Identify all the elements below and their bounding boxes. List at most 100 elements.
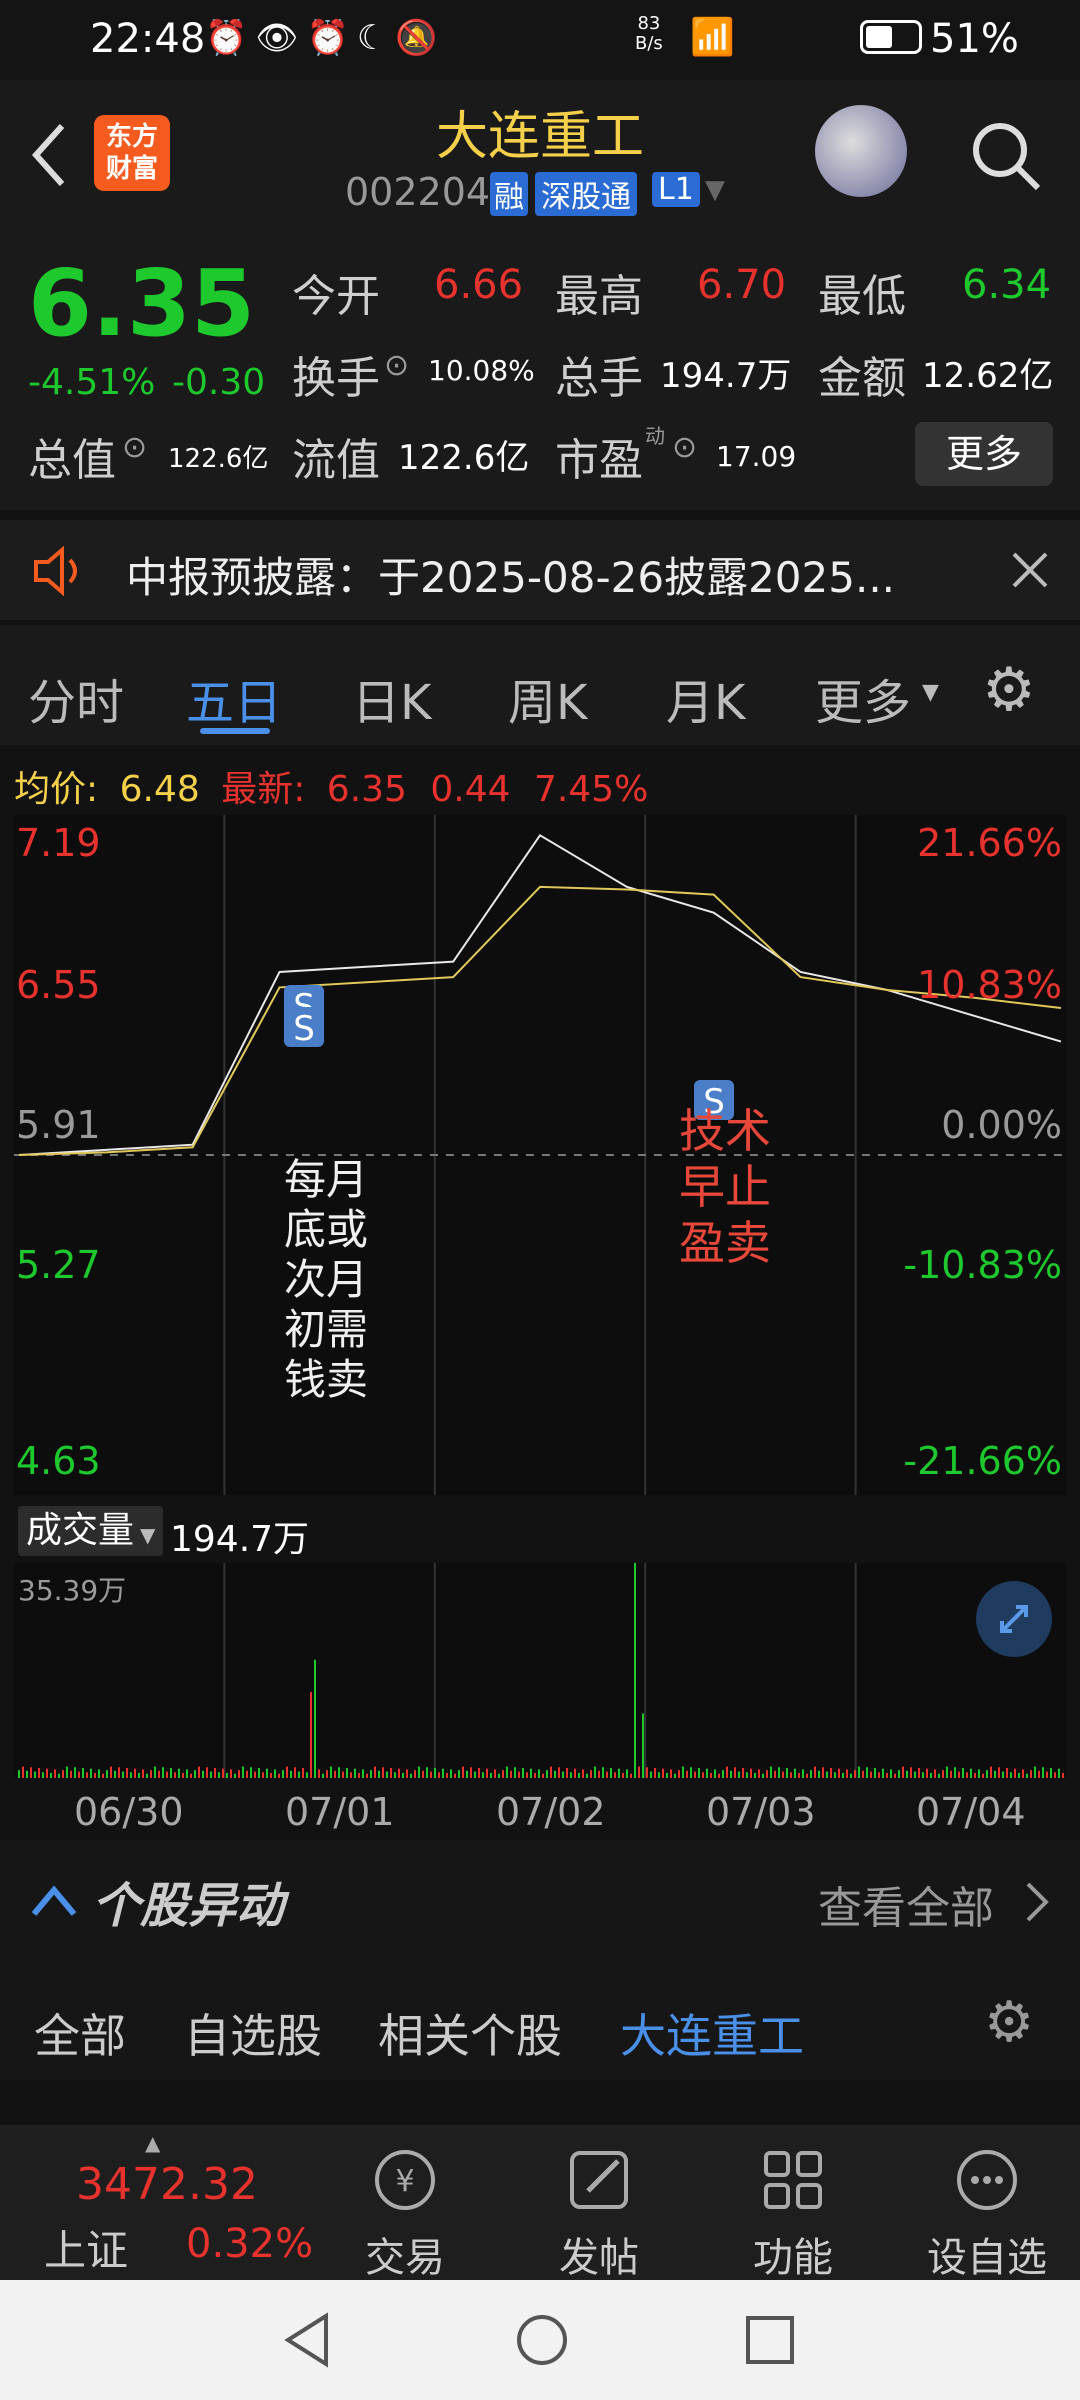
tab-five-day[interactable]: 五日 [186, 663, 282, 733]
change-amount: -0.30 [172, 362, 266, 403]
chevron-right-icon[interactable] [1022, 1880, 1052, 1924]
volume-bar [802, 1769, 804, 1778]
volume-bar [926, 1768, 928, 1778]
volume-bar [210, 1771, 212, 1778]
volume-bar [930, 1772, 932, 1778]
svg-text:¥: ¥ [395, 2164, 414, 2199]
volume-bar [1006, 1767, 1008, 1778]
tab-weekly-k[interactable]: 周K [508, 663, 587, 733]
turnover-value: 10.08% [428, 354, 535, 387]
volume-bar [310, 1692, 312, 1778]
volume-bar [366, 1773, 368, 1778]
volume-bar [990, 1766, 992, 1778]
chevron-down-icon: ▼ [140, 1523, 156, 1547]
volume-bar [634, 1563, 636, 1778]
filter-all[interactable]: 全部 [34, 2000, 126, 2066]
info-icon[interactable]: ⊙ [384, 348, 409, 383]
add-watchlist-button[interactable]: 设自选 [922, 2145, 1052, 2283]
tab-more[interactable]: 更多 [815, 663, 911, 733]
price-chart[interactable]: SSS 7.19 6.55 5.91 5.27 4.63 21.66% 10.8… [14, 815, 1066, 1495]
info-icon[interactable]: ⊙ [672, 430, 697, 465]
y-left-tick: 4.63 [16, 1439, 101, 1483]
close-icon[interactable] [1010, 550, 1050, 590]
battery-icon [860, 20, 922, 54]
volume-bar [18, 1770, 20, 1778]
volume-bar [838, 1768, 840, 1778]
volume-bar [682, 1766, 684, 1778]
volume-chart[interactable]: 35.39万 [14, 1563, 1066, 1778]
volume-bar [326, 1770, 328, 1778]
badge-margin: 融 [490, 172, 528, 216]
index-value[interactable]: 3472.32 [76, 2159, 258, 2210]
filter-related[interactable]: 相关个股 [378, 2000, 562, 2066]
volume-bar [486, 1768, 488, 1778]
volume-bar [938, 1773, 940, 1778]
filter-current-stock[interactable]: 大连重工 [620, 2000, 804, 2066]
volume-bar [538, 1769, 540, 1778]
filter-watchlist[interactable]: 自选股 [184, 2000, 322, 2066]
volume-bar [846, 1769, 848, 1778]
signal-icon: 📶 [690, 17, 735, 58]
tab-monthly-k[interactable]: 月K [666, 663, 745, 733]
nav-recents-icon[interactable] [744, 2314, 796, 2366]
index-name[interactable]: 上证 [44, 2217, 128, 2278]
volume-label: 成交量 [26, 1510, 135, 1551]
volume-bar [222, 1768, 224, 1778]
gear-icon[interactable]: ⚙ [982, 655, 1036, 725]
volume-bar [914, 1771, 916, 1778]
nav-home-icon[interactable] [514, 2312, 570, 2368]
volume-bar [386, 1771, 388, 1778]
expand-icon[interactable] [976, 1581, 1052, 1657]
view-all-link[interactable]: 查看全部 [818, 1872, 994, 1936]
edit-icon [570, 2151, 628, 2209]
notice-bar[interactable]: 中报预披露：于2025-08-26披露2025... [0, 520, 1080, 620]
mktcap-label: 总值 [28, 435, 116, 486]
info-icon[interactable]: ⊙ [122, 430, 147, 465]
search-icon[interactable] [968, 118, 1044, 194]
chevron-up-icon[interactable] [30, 1880, 80, 1920]
volume-bar [150, 1770, 152, 1778]
volume-bar [578, 1772, 580, 1778]
volume-bar [1054, 1772, 1056, 1778]
volume-bar [378, 1770, 380, 1778]
tab-daily-k[interactable]: 日K [352, 663, 431, 733]
volume-bar [458, 1770, 460, 1778]
volume-bar [362, 1769, 364, 1778]
volume-bar [598, 1770, 600, 1778]
volume-bar [998, 1767, 1000, 1778]
volume-bar [790, 1772, 792, 1778]
caret-up-icon: ▲ [145, 2131, 161, 2155]
volume-bar [690, 1767, 692, 1778]
volume-bar [490, 1772, 492, 1778]
volume-selector[interactable]: 成交量 ▼ [18, 1506, 164, 1556]
post-button[interactable]: 发帖 [534, 2145, 664, 2283]
dropdown-icon[interactable]: ▼ [705, 175, 725, 205]
volume-bar [226, 1772, 228, 1778]
volume-bar [402, 1772, 404, 1778]
tab-intraday[interactable]: 分时 [28, 663, 124, 733]
volume-bar [1010, 1772, 1012, 1778]
gear-icon[interactable]: ⚙ [984, 1990, 1034, 2055]
index-pct[interactable]: 0.32% [186, 2221, 313, 2267]
volume-bar [738, 1771, 740, 1778]
y-left-tick: 6.55 [16, 963, 101, 1007]
volume-bar [454, 1773, 456, 1778]
volume-label: 总手 [555, 353, 643, 404]
volume-bar [1050, 1767, 1052, 1778]
volume-bar [298, 1771, 300, 1778]
volume-bar [646, 1767, 648, 1778]
volume-bar [290, 1770, 292, 1778]
volume-bar [154, 1766, 156, 1778]
volume-bar [462, 1766, 464, 1778]
volume-bar [186, 1769, 188, 1778]
more-button[interactable]: 更多 [915, 422, 1053, 486]
volume-bar [814, 1766, 816, 1778]
trade-button[interactable]: ¥ 交易 [340, 2145, 470, 2283]
volume-bar [270, 1772, 272, 1778]
nav-back-icon[interactable] [282, 2312, 332, 2368]
badge-level: L1 [652, 172, 700, 207]
volume-bar [686, 1770, 688, 1778]
robot-avatar-icon[interactable] [815, 105, 907, 197]
volume-bar [374, 1766, 376, 1778]
functions-button[interactable]: 功能 [728, 2145, 858, 2283]
